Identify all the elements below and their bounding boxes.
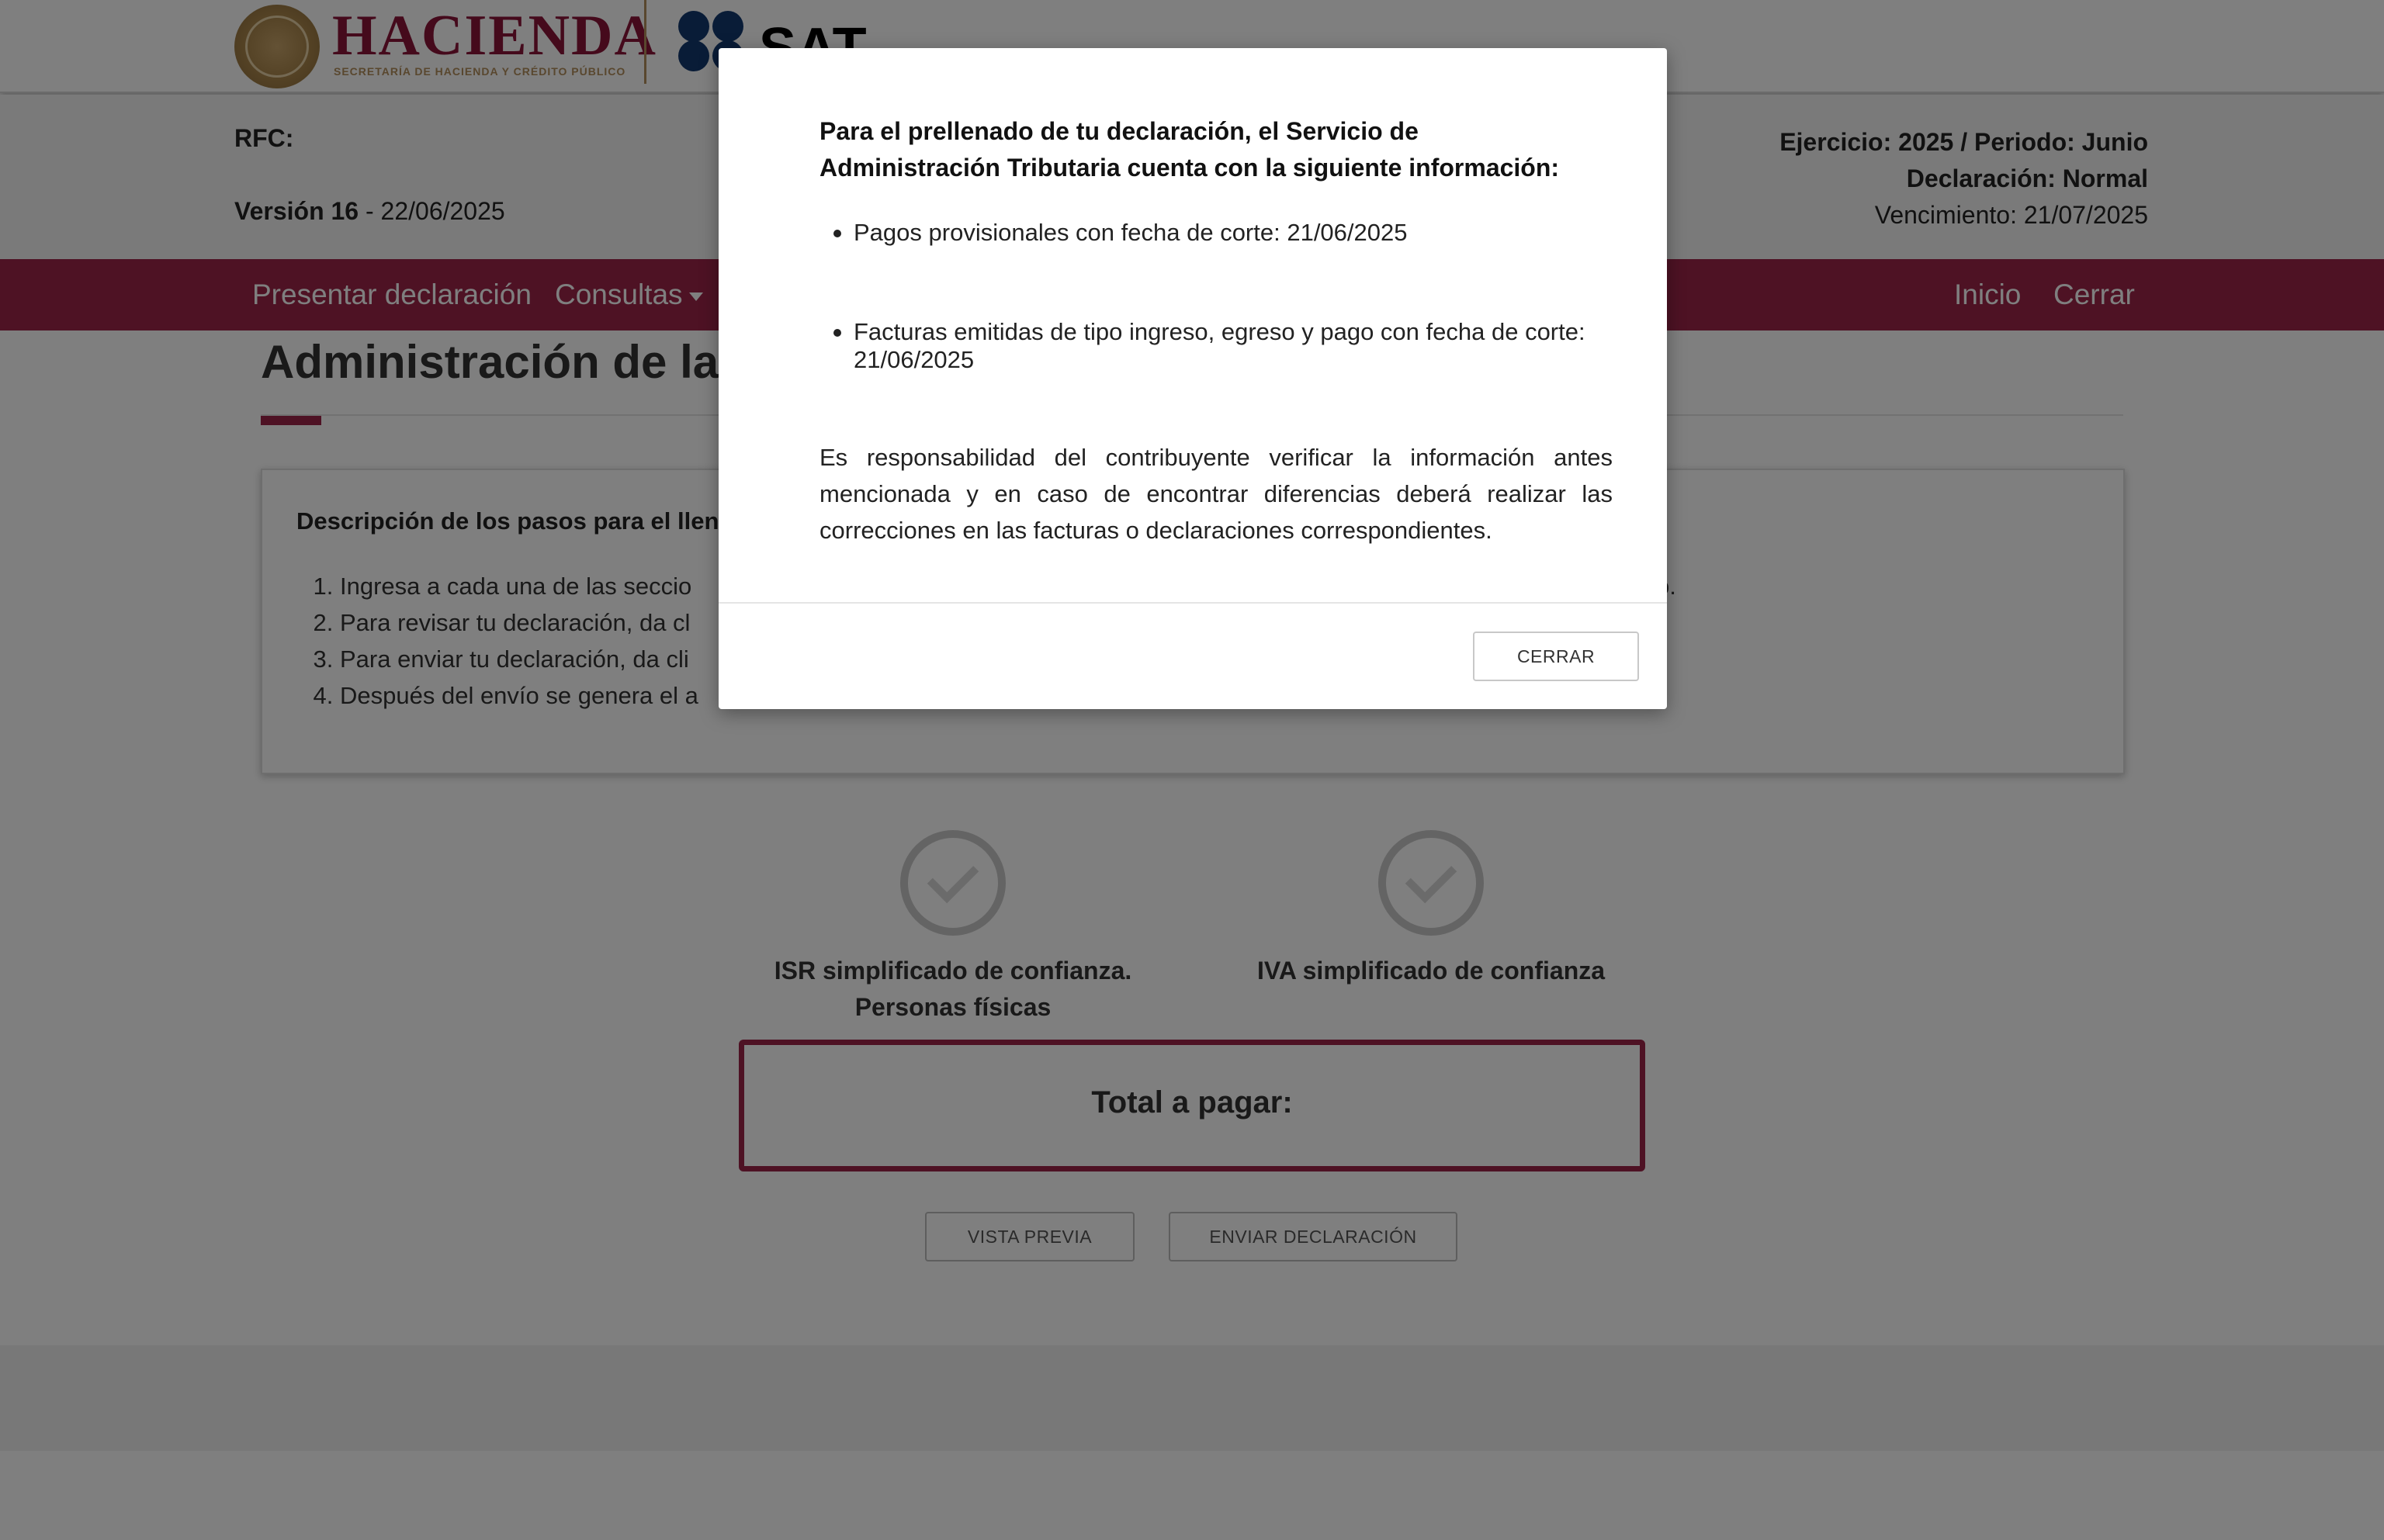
modal-intro: Para el prellenado de tu declaración, el… [820,117,1560,182]
modal-responsibility-note: Es responsabilidad del contribuyente ver… [820,444,1613,544]
modal-bullet-item: Facturas emitidas de tipo ingreso, egres… [833,318,1630,374]
prefill-info-modal: Para el prellenado de tu declaración, el… [719,48,1667,709]
modal-close-button[interactable]: CERRAR [1473,632,1639,681]
modal-bullet-item: Pagos provisionales con fecha de corte: … [833,219,1630,247]
modal-footer-divider [719,602,1667,604]
